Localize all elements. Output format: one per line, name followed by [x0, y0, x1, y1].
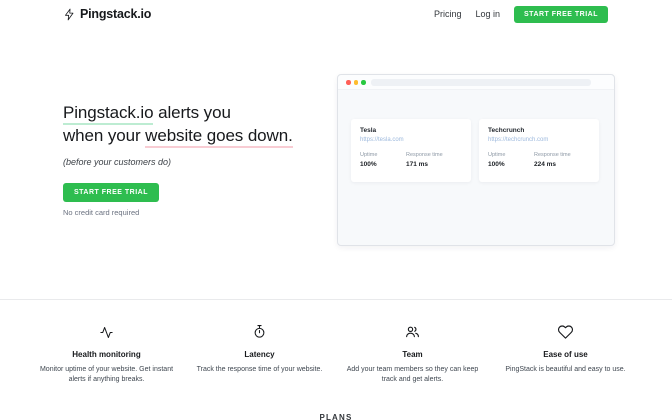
- site-url: https://tesla.com: [360, 137, 462, 143]
- site-name: Techcrunch: [488, 127, 590, 134]
- uptime-stat: Uptime 100%: [360, 152, 406, 168]
- feature-title: Ease of use: [492, 350, 639, 359]
- browser-address-bar: [371, 79, 591, 86]
- site-card-techcrunch: Techcrunch https://techcrunch.com Uptime…: [479, 119, 599, 182]
- browser-mockup: Tesla https://tesla.com Uptime 100% Resp…: [337, 74, 615, 246]
- hero-heading-highlight-brand: Pingstack.io: [63, 103, 153, 125]
- feature-title: Team: [339, 350, 486, 359]
- uptime-stat: Uptime 100%: [488, 152, 534, 168]
- uptime-value: 100%: [360, 161, 406, 168]
- feature-title: Health monitoring: [33, 350, 180, 359]
- site-stats: Uptime 100% Response time 171 ms: [360, 152, 462, 168]
- feature-description: Track the response time of your website.: [186, 365, 333, 375]
- feature-latency: Latency Track the response time of your …: [184, 322, 335, 385]
- site-name: Tesla: [360, 127, 462, 134]
- feature-description: Add your team members so they can keep t…: [339, 365, 486, 385]
- landing-page: Pingstack.io Pricing Log in START FREE T…: [0, 0, 672, 420]
- uptime-value: 100%: [488, 161, 534, 168]
- feature-health-monitoring: Health monitoring Monitor uptime of your…: [31, 322, 182, 385]
- feature-ease-of-use: Ease of use PingStack is beautiful and e…: [490, 322, 641, 385]
- hero-section: Pingstack.io alerts you when your websit…: [63, 101, 333, 217]
- hero-heading: Pingstack.io alerts you when your websit…: [63, 101, 333, 147]
- heart-icon: [492, 322, 639, 340]
- hero-heading-highlight-down: website goes down.: [145, 126, 293, 148]
- hero-subheading: (before your customers do): [63, 157, 333, 167]
- lightning-bolt-icon: [63, 8, 76, 21]
- response-time-stat: Response time 171 ms: [406, 152, 452, 168]
- traffic-light-minimize-icon: [354, 80, 359, 85]
- hero-start-free-trial-button[interactable]: START FREE TRIAL: [63, 183, 159, 202]
- features-section: Health monitoring Monitor uptime of your…: [31, 322, 641, 385]
- plans-section-label: PLANS: [0, 413, 672, 420]
- pulse-icon: [33, 322, 180, 340]
- site-card-tesla: Tesla https://tesla.com Uptime 100% Resp…: [351, 119, 471, 182]
- hero-heading-line2-prefix: when your: [63, 126, 145, 145]
- nav-start-free-trial-button[interactable]: START FREE TRIAL: [514, 6, 608, 23]
- brand-name: Pingstack.io: [80, 7, 151, 21]
- response-time-value: 224 ms: [534, 161, 580, 168]
- response-time-label: Response time: [534, 152, 580, 158]
- feature-description: PingStack is beautiful and easy to use.: [492, 365, 639, 375]
- site-stats: Uptime 100% Response time 224 ms: [488, 152, 590, 168]
- browser-body: Tesla https://tesla.com Uptime 100% Resp…: [338, 90, 614, 246]
- browser-titlebar: [338, 75, 614, 90]
- response-time-stat: Response time 224 ms: [534, 152, 580, 168]
- main-nav: Pricing Log in START FREE TRIAL: [434, 6, 608, 23]
- nav-link-login[interactable]: Log in: [475, 9, 500, 19]
- response-time-value: 171 ms: [406, 161, 452, 168]
- traffic-lights: [346, 80, 366, 85]
- nav-link-pricing[interactable]: Pricing: [434, 9, 462, 19]
- uptime-label: Uptime: [360, 152, 406, 158]
- brand-logo[interactable]: Pingstack.io: [63, 7, 151, 21]
- feature-team: Team Add your team members so they can k…: [337, 322, 488, 385]
- hero-cta-note: No credit card required: [63, 208, 333, 217]
- team-icon: [339, 322, 486, 340]
- uptime-label: Uptime: [488, 152, 534, 158]
- traffic-light-zoom-icon: [361, 80, 366, 85]
- hero-heading-line1-rest: alerts you: [153, 103, 230, 122]
- feature-description: Monitor uptime of your website. Get inst…: [33, 365, 180, 385]
- traffic-light-close-icon: [346, 80, 351, 85]
- section-divider: [0, 299, 672, 300]
- feature-title: Latency: [186, 350, 333, 359]
- stopwatch-icon: [186, 322, 333, 340]
- response-time-label: Response time: [406, 152, 452, 158]
- site-url: https://techcrunch.com: [488, 137, 590, 143]
- header: Pingstack.io Pricing Log in START FREE T…: [0, 0, 672, 28]
